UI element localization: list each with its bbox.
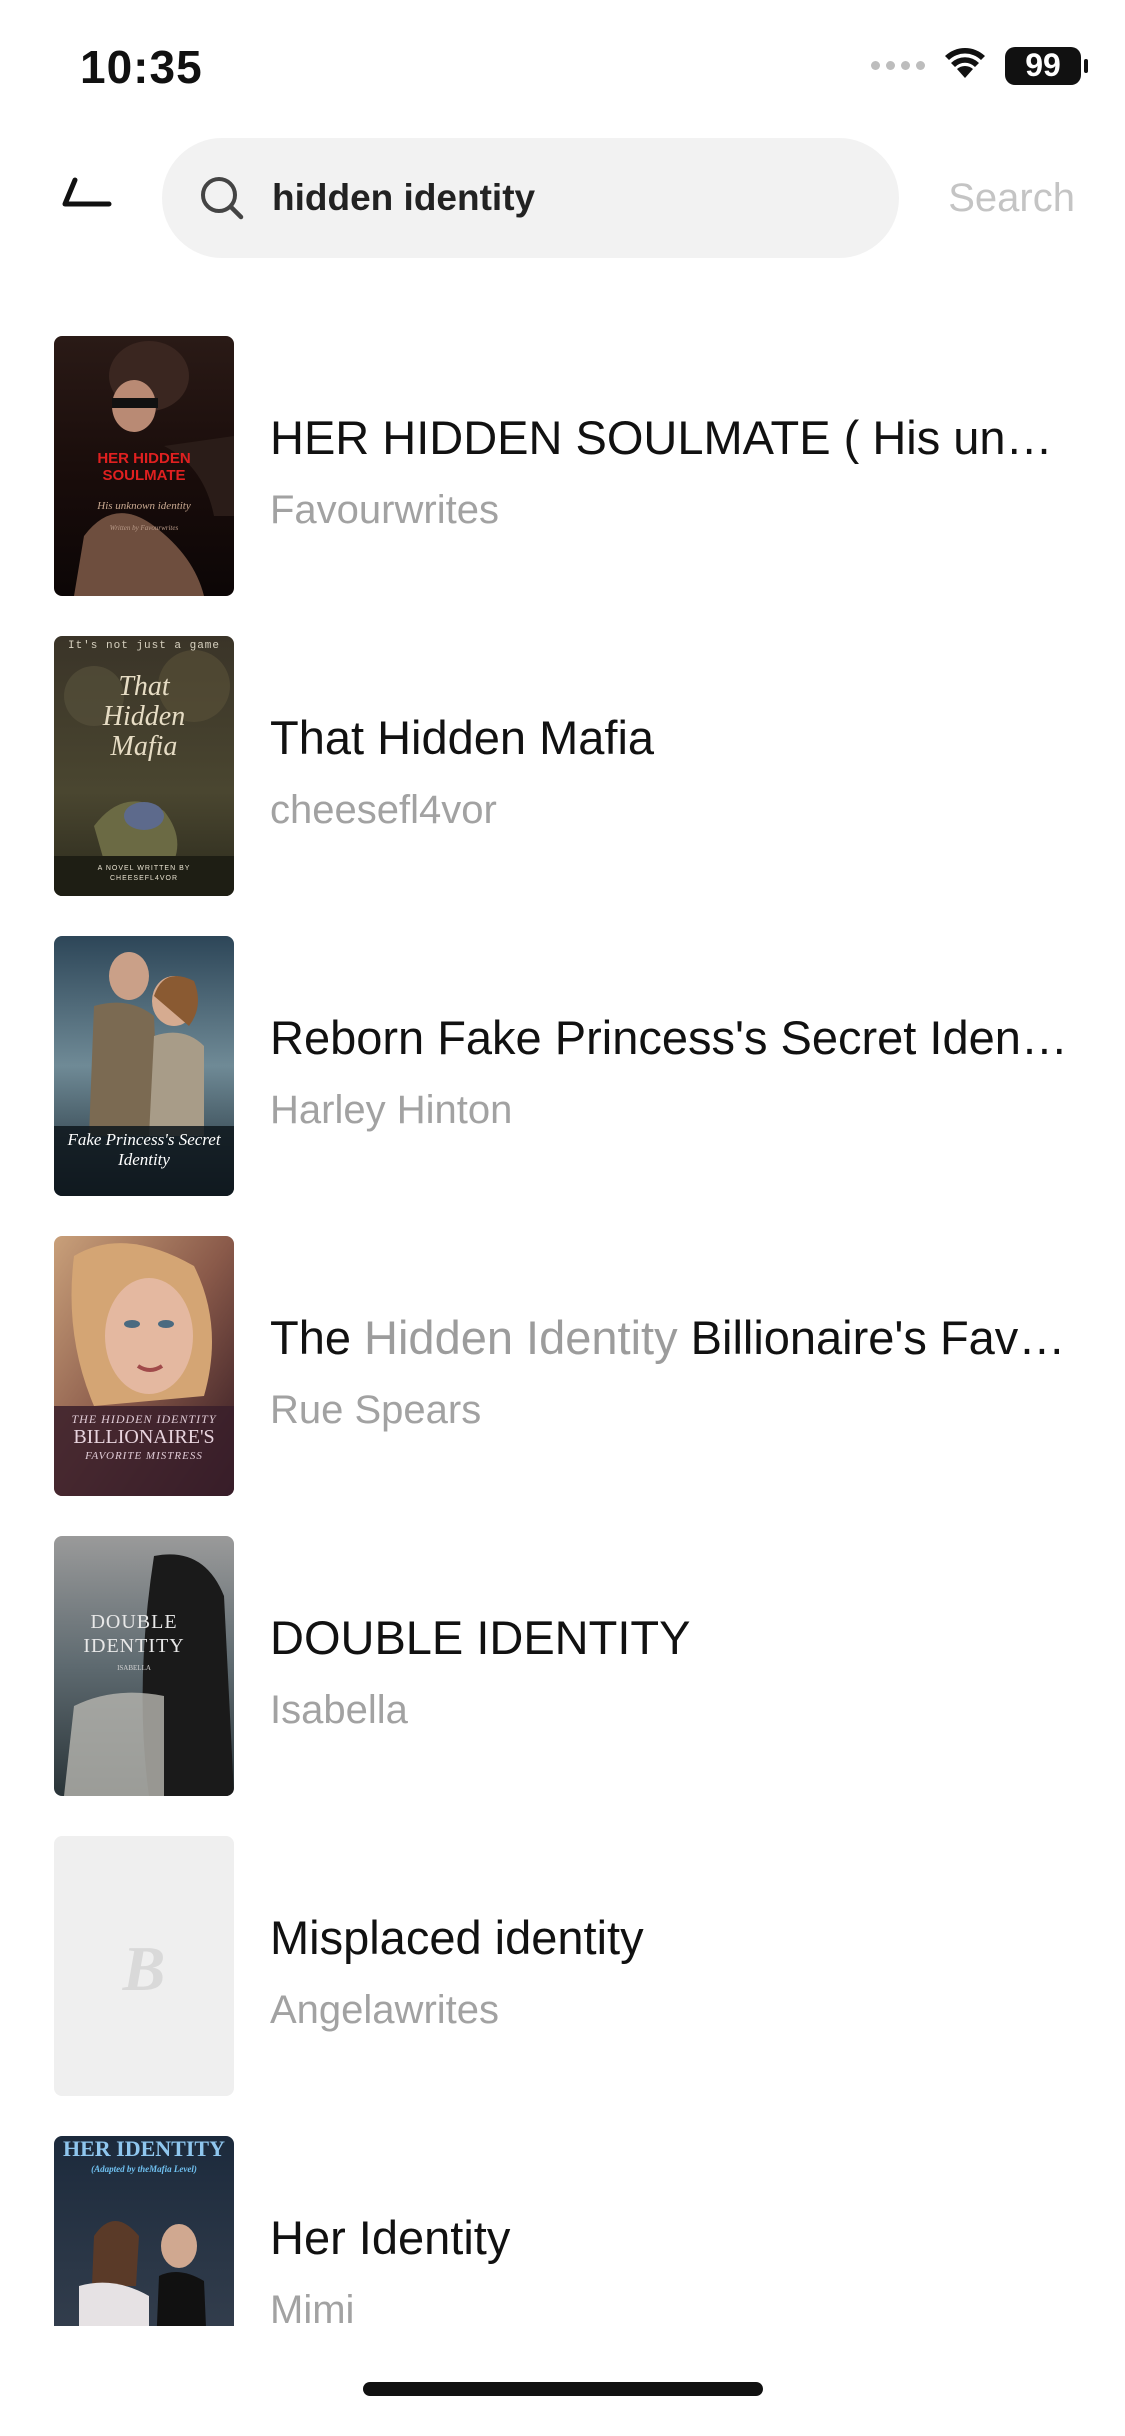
title-part: The — [270, 1311, 365, 1364]
book-author: Isabella — [270, 1688, 408, 1732]
cover-subtitle: His unknown identity — [97, 500, 191, 512]
book-author: Harley Hinton — [270, 1088, 513, 1132]
result-item[interactable]: HER HIDDEN SOULMATE His unknown identity… — [0, 336, 1125, 596]
book-title: Her Identity — [270, 2211, 511, 2264]
book-title: HER HIDDEN SOULMATE ( His unknown identi… — [270, 411, 1075, 464]
placeholder-logo-icon: B — [122, 1933, 166, 2004]
book-title: Reborn Fake Princess's Secret Identity — [270, 1011, 1075, 1064]
result-item[interactable]: Fake Princess's Secret Identity Reborn F… — [0, 936, 1125, 1196]
cover-line2: BILLIONAIRE'S — [73, 1426, 215, 1448]
book-cover-placeholder: B — [54, 1836, 234, 2096]
book-cover: HER HIDDEN SOULMATE His unknown identity… — [54, 336, 234, 596]
cover-byline: ISABELLA — [117, 1664, 151, 1672]
book-cover: HER IDENTITY (Adapted by theMafia Level) — [54, 2136, 234, 2326]
wifi-icon — [943, 46, 987, 85]
cover-byline: A NOVEL WRITTEN BY CHEESEFL4VOR — [97, 865, 191, 882]
book-cover: DOUBLE IDENTITY ISABELLA — [54, 1536, 234, 1796]
result-item[interactable]: B Misplaced identity Angelawrites — [0, 1836, 1125, 2096]
book-cover: THE HIDDEN IDENTITY BILLIONAIRE'S FAVORI… — [54, 1236, 234, 1496]
book-author: Mimi — [270, 2288, 355, 2326]
search-button[interactable]: Search — [948, 176, 1075, 221]
back-arrow-icon — [57, 176, 113, 221]
status-time: 10:35 — [80, 41, 203, 93]
result-item[interactable]: HER IDENTITY (Adapted by theMafia Level)… — [0, 2136, 1125, 2326]
search-input[interactable] — [270, 176, 834, 220]
title-part: Billionaire's Favorite Mistress — [690, 1311, 1075, 1364]
book-author: Angelawrites — [270, 1988, 500, 2032]
search-icon — [196, 172, 248, 224]
home-indicator[interactable] — [363, 2382, 763, 2396]
status-icons: 99 — [871, 46, 1088, 85]
cover-subtitle: (Adapted by theMafia Level) — [91, 2164, 197, 2174]
cover-line3: FAVORITE MISTRESS — [85, 1450, 203, 1462]
book-cover: Fake Princess's Secret Identity — [54, 936, 234, 1196]
book-author: Favourwrites — [270, 488, 499, 532]
results-list: HER HIDDEN SOULMATE His unknown identity… — [0, 336, 1125, 2326]
result-item[interactable]: DOUBLE IDENTITY ISABELLA DOUBLE IDENTITY… — [0, 1536, 1125, 1796]
signal-icon — [871, 61, 925, 70]
book-author: cheesefl4vor — [270, 788, 497, 832]
search-header: Search — [0, 138, 1125, 260]
book-author: Rue Spears — [270, 1388, 482, 1432]
cover-line1: THE HIDDEN IDENTITY — [71, 1412, 217, 1426]
back-button[interactable] — [50, 168, 120, 228]
cover-title: Fake Princess's Secret Identity — [67, 1130, 221, 1169]
title-highlight: Hidden Identity — [364, 1311, 678, 1364]
cover-title: DOUBLE IDENTITY — [83, 1611, 185, 1657]
search-box[interactable] — [162, 138, 899, 258]
cover-title: HER HIDDEN SOULMATE — [97, 450, 191, 484]
battery-icon: 99 — [1005, 46, 1088, 85]
status-bar: 10:35 99 — [0, 0, 1125, 140]
book-title: Misplaced identity — [270, 1911, 644, 1964]
book-title: The Hidden Identity Billionaire's Favori… — [270, 1310, 1075, 1365]
result-item[interactable]: THE HIDDEN IDENTITY BILLIONAIRE'S FAVORI… — [0, 1236, 1125, 1496]
result-item[interactable]: It's not just a game That Hidden Mafia A… — [0, 636, 1125, 896]
book-cover: It's not just a game That Hidden Mafia A… — [54, 636, 234, 896]
book-title: DOUBLE IDENTITY — [270, 1611, 691, 1664]
book-title: That Hidden Mafia — [270, 711, 655, 764]
cover-byline: Written by Favourwrites — [109, 524, 179, 532]
cover-title: That Hidden Mafia — [102, 671, 186, 762]
cover-tagline: It's not just a game — [67, 640, 221, 652]
cover-title: HER IDENTITY — [63, 2136, 225, 2161]
battery-level: 99 — [1025, 47, 1061, 83]
